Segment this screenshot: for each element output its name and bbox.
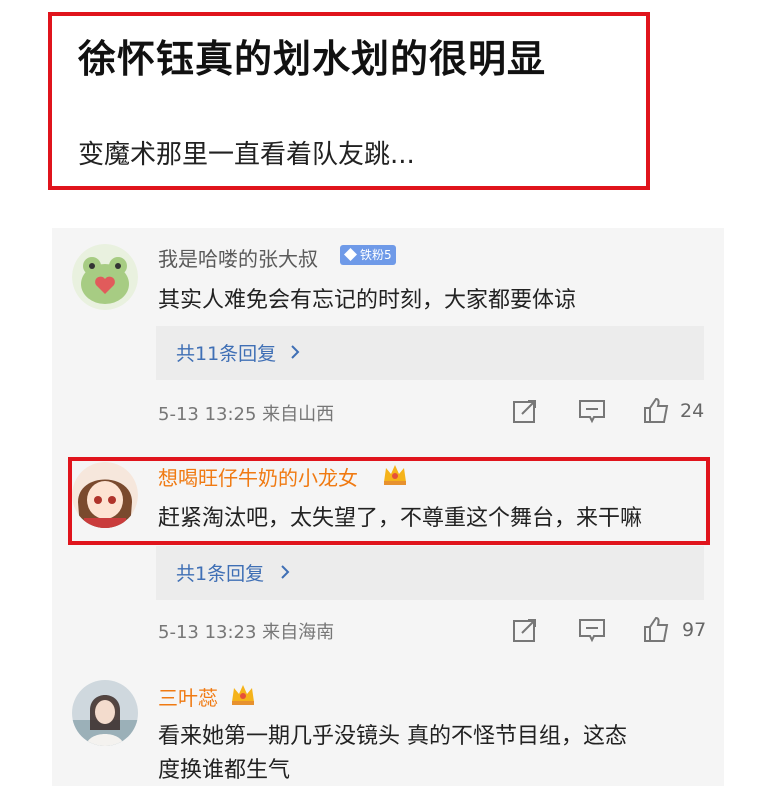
fan-badge: 铁粉5 xyxy=(340,245,396,265)
thumbs-up-icon[interactable] xyxy=(642,615,670,643)
comment-icon[interactable] xyxy=(578,617,606,643)
frog-heart-avatar-icon xyxy=(72,244,138,310)
crown-icon xyxy=(232,685,254,705)
avatar[interactable] xyxy=(72,244,138,310)
share-icon[interactable] xyxy=(512,617,538,643)
headline-box: 徐怀钰真的划水划的很明显 变魔术那里一直看着队友跳... xyxy=(48,12,650,190)
comment-text-line2: 度换谁都生气 xyxy=(158,758,291,783)
replies-label: 共1条回复 xyxy=(176,563,265,585)
replies-link[interactable]: 共11条回复 xyxy=(156,326,704,380)
fan-badge-label: 铁粉5 xyxy=(360,248,392,262)
chevron-right-icon xyxy=(281,565,290,579)
like-count: 24 xyxy=(680,400,705,422)
like-count: 97 xyxy=(682,619,707,641)
replies-label: 共11条回复 xyxy=(176,343,277,365)
headline-title: 徐怀钰真的划水划的很明显 xyxy=(78,37,547,81)
thumbs-up-icon[interactable] xyxy=(642,396,670,424)
avatar[interactable] xyxy=(72,680,138,746)
headline-subtitle: 变魔术那里一直看着队友跳... xyxy=(78,140,415,170)
comment-text-line1: 看来她第一期几乎没镜头 真的不怪节目组，这态 xyxy=(158,724,627,749)
comment-meta: 5-13 13:23 来自海南 xyxy=(158,622,335,643)
comment-username[interactable]: 三叶蕊 xyxy=(158,682,218,711)
comment-icon[interactable] xyxy=(578,398,606,424)
photo-avatar-icon xyxy=(72,680,138,746)
share-icon[interactable] xyxy=(512,398,538,424)
replies-link[interactable]: 共1条回复 xyxy=(156,546,704,600)
diamond-icon xyxy=(344,248,357,261)
comment-username[interactable]: 我是哈喽的张大叔 xyxy=(158,243,318,272)
chevron-right-icon xyxy=(291,345,300,359)
comment-meta: 5-13 13:25 来自山西 xyxy=(158,404,335,425)
highlight-box xyxy=(68,457,710,545)
comment-text: 其实人难免会有忘记的时刻，大家都要体谅 xyxy=(158,288,577,313)
